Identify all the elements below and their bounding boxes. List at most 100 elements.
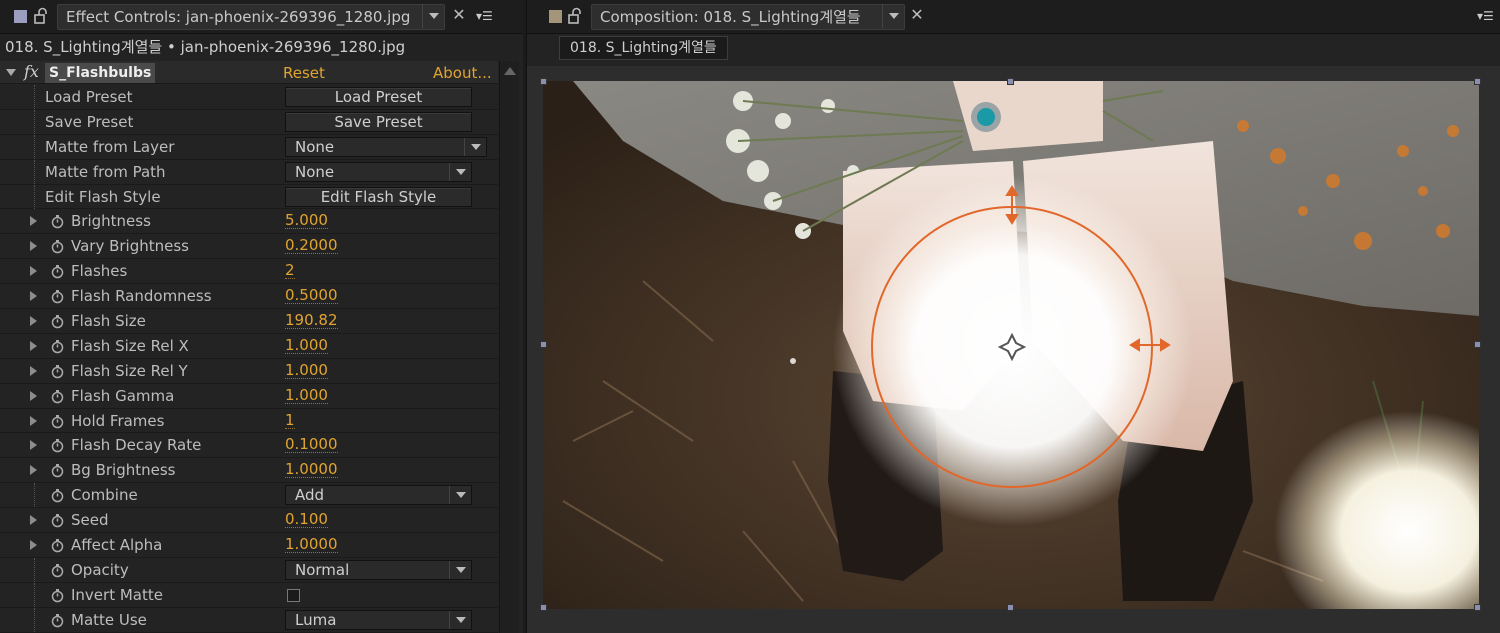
- property-value[interactable]: 0.100: [285, 508, 328, 529]
- chevron-down-icon[interactable]: [449, 486, 471, 505]
- reset-link[interactable]: Reset: [283, 63, 325, 83]
- twirl-icon[interactable]: [30, 266, 37, 277]
- property-label: Matte Use: [71, 610, 147, 629]
- twirl-icon[interactable]: [30, 241, 37, 252]
- stopwatch-icon[interactable]: [50, 588, 65, 603]
- property-row: Bg Brightness 1.0000: [0, 458, 498, 484]
- property-button[interactable]: Save Preset: [285, 111, 472, 132]
- panel-menu-icon[interactable]: ▾☰: [1477, 8, 1499, 24]
- property-checkbox[interactable]: [287, 588, 300, 602]
- property-dropdown[interactable]: Normal: [285, 559, 472, 580]
- twirl-icon[interactable]: [6, 69, 16, 76]
- property-value[interactable]: 0.1000: [285, 433, 338, 454]
- twirl-icon[interactable]: [30, 340, 37, 351]
- property-button[interactable]: Load Preset: [285, 87, 472, 107]
- stopwatch-icon[interactable]: [50, 289, 65, 304]
- close-icon[interactable]: ✕: [909, 7, 925, 23]
- layer-handle[interactable]: [540, 78, 547, 85]
- property-dropdown[interactable]: None: [285, 136, 487, 157]
- property-label: Opacity: [71, 560, 129, 579]
- property-dropdown[interactable]: Add: [285, 485, 472, 506]
- chevron-down-icon[interactable]: [449, 560, 471, 579]
- property-value[interactable]: 190.82: [285, 309, 338, 330]
- property-value[interactable]: 1: [285, 409, 295, 429]
- stopwatch-icon[interactable]: [50, 438, 65, 453]
- scrollbar[interactable]: [499, 61, 519, 633]
- layer-handle[interactable]: [1007, 604, 1014, 611]
- stopwatch-icon[interactable]: [50, 513, 65, 528]
- property-row: Edit Flash Style Edit Flash Style: [0, 184, 498, 210]
- twirl-icon[interactable]: [30, 440, 37, 451]
- scroll-up-icon[interactable]: [504, 67, 516, 75]
- stopwatch-icon[interactable]: [50, 563, 65, 578]
- stopwatch-icon[interactable]: [50, 389, 65, 404]
- property-value[interactable]: 1.0000: [285, 458, 338, 479]
- tab-effect-controls[interactable]: Effect Controls: jan-phoenix-269396_1280…: [57, 4, 445, 30]
- property-button[interactable]: Edit Flash Style: [285, 186, 472, 207]
- stopwatch-icon[interactable]: [50, 339, 65, 354]
- stopwatch-icon[interactable]: [50, 414, 65, 429]
- property-label: Flashes: [71, 262, 128, 281]
- stopwatch-icon[interactable]: [50, 364, 65, 379]
- property-value[interactable]: 2: [285, 259, 295, 280]
- stopwatch-icon[interactable]: [50, 214, 65, 229]
- tab-dropdown-icon[interactable]: [882, 4, 904, 28]
- footage-image: [543, 81, 1479, 609]
- property-row: Matte from Layer None: [0, 134, 498, 160]
- dropdown-value: Normal: [295, 560, 350, 579]
- property-dropdown[interactable]: Luma: [285, 609, 472, 630]
- twirl-icon[interactable]: [30, 216, 37, 227]
- property-value[interactable]: 0.5000: [285, 284, 338, 305]
- panel-menu-icon[interactable]: ▾☰: [476, 8, 498, 24]
- close-icon[interactable]: ✕: [451, 7, 467, 23]
- stopwatch-icon[interactable]: [50, 613, 65, 628]
- property-row: Flash Size Rel Y 1.000: [0, 358, 498, 384]
- property-value[interactable]: 5.000: [285, 209, 328, 230]
- property-value[interactable]: 0.2000: [285, 234, 338, 255]
- effect-name[interactable]: S_Flashbulbs: [45, 63, 156, 83]
- twirl-icon[interactable]: [30, 291, 37, 302]
- about-link[interactable]: About...: [433, 63, 492, 83]
- dropdown-value: Luma: [295, 610, 337, 629]
- tab-composition[interactable]: Composition: 018. S_Lighting계열들: [591, 4, 905, 30]
- property-value[interactable]: 1.000: [285, 384, 328, 404]
- property-value[interactable]: 1.0000: [285, 533, 338, 554]
- breadcrumb: 018. S_Lighting계열들 • jan-phoenix-269396_…: [0, 34, 523, 60]
- lock-icon[interactable]: [567, 7, 585, 25]
- property-dropdown[interactable]: None: [285, 161, 472, 182]
- twirl-icon[interactable]: [30, 415, 37, 426]
- twirl-icon[interactable]: [30, 465, 37, 476]
- property-row: Seed 0.100: [0, 508, 498, 534]
- stopwatch-icon[interactable]: [50, 264, 65, 279]
- layer-handle[interactable]: [1474, 341, 1481, 348]
- layer-handle[interactable]: [1474, 78, 1481, 85]
- twirl-icon[interactable]: [30, 515, 37, 526]
- stopwatch-icon[interactable]: [50, 314, 65, 329]
- property-row: Combine Add: [0, 483, 498, 509]
- stopwatch-icon[interactable]: [50, 538, 65, 553]
- property-label: Flash Gamma: [71, 386, 175, 405]
- stopwatch-icon[interactable]: [50, 463, 65, 478]
- chevron-down-icon[interactable]: [449, 162, 471, 181]
- layer-handle[interactable]: [1007, 78, 1014, 85]
- layer-handle[interactable]: [540, 604, 547, 611]
- twirl-icon[interactable]: [30, 316, 37, 327]
- fx-toggle-icon[interactable]: fx: [24, 62, 39, 81]
- lock-icon[interactable]: [33, 7, 51, 25]
- tab-dropdown-icon[interactable]: [422, 4, 444, 28]
- twirl-icon[interactable]: [30, 540, 37, 551]
- twirl-icon[interactable]: [30, 390, 37, 401]
- property-value[interactable]: 1.000: [285, 359, 328, 379]
- chevron-down-icon[interactable]: [464, 137, 486, 156]
- layer-handle[interactable]: [540, 341, 547, 348]
- stopwatch-icon[interactable]: [50, 488, 65, 503]
- property-row: Brightness 5.000: [0, 209, 498, 235]
- property-row: Flash Size Rel X 1.000: [0, 333, 498, 359]
- chevron-down-icon[interactable]: [449, 610, 471, 629]
- comp-name-tab[interactable]: 018. S_Lighting계열들: [559, 36, 728, 60]
- twirl-icon[interactable]: [30, 365, 37, 376]
- stopwatch-icon[interactable]: [50, 239, 65, 254]
- layer-handle[interactable]: [1474, 604, 1481, 611]
- property-value[interactable]: 1.000: [285, 334, 328, 354]
- composition-viewer[interactable]: [527, 66, 1500, 633]
